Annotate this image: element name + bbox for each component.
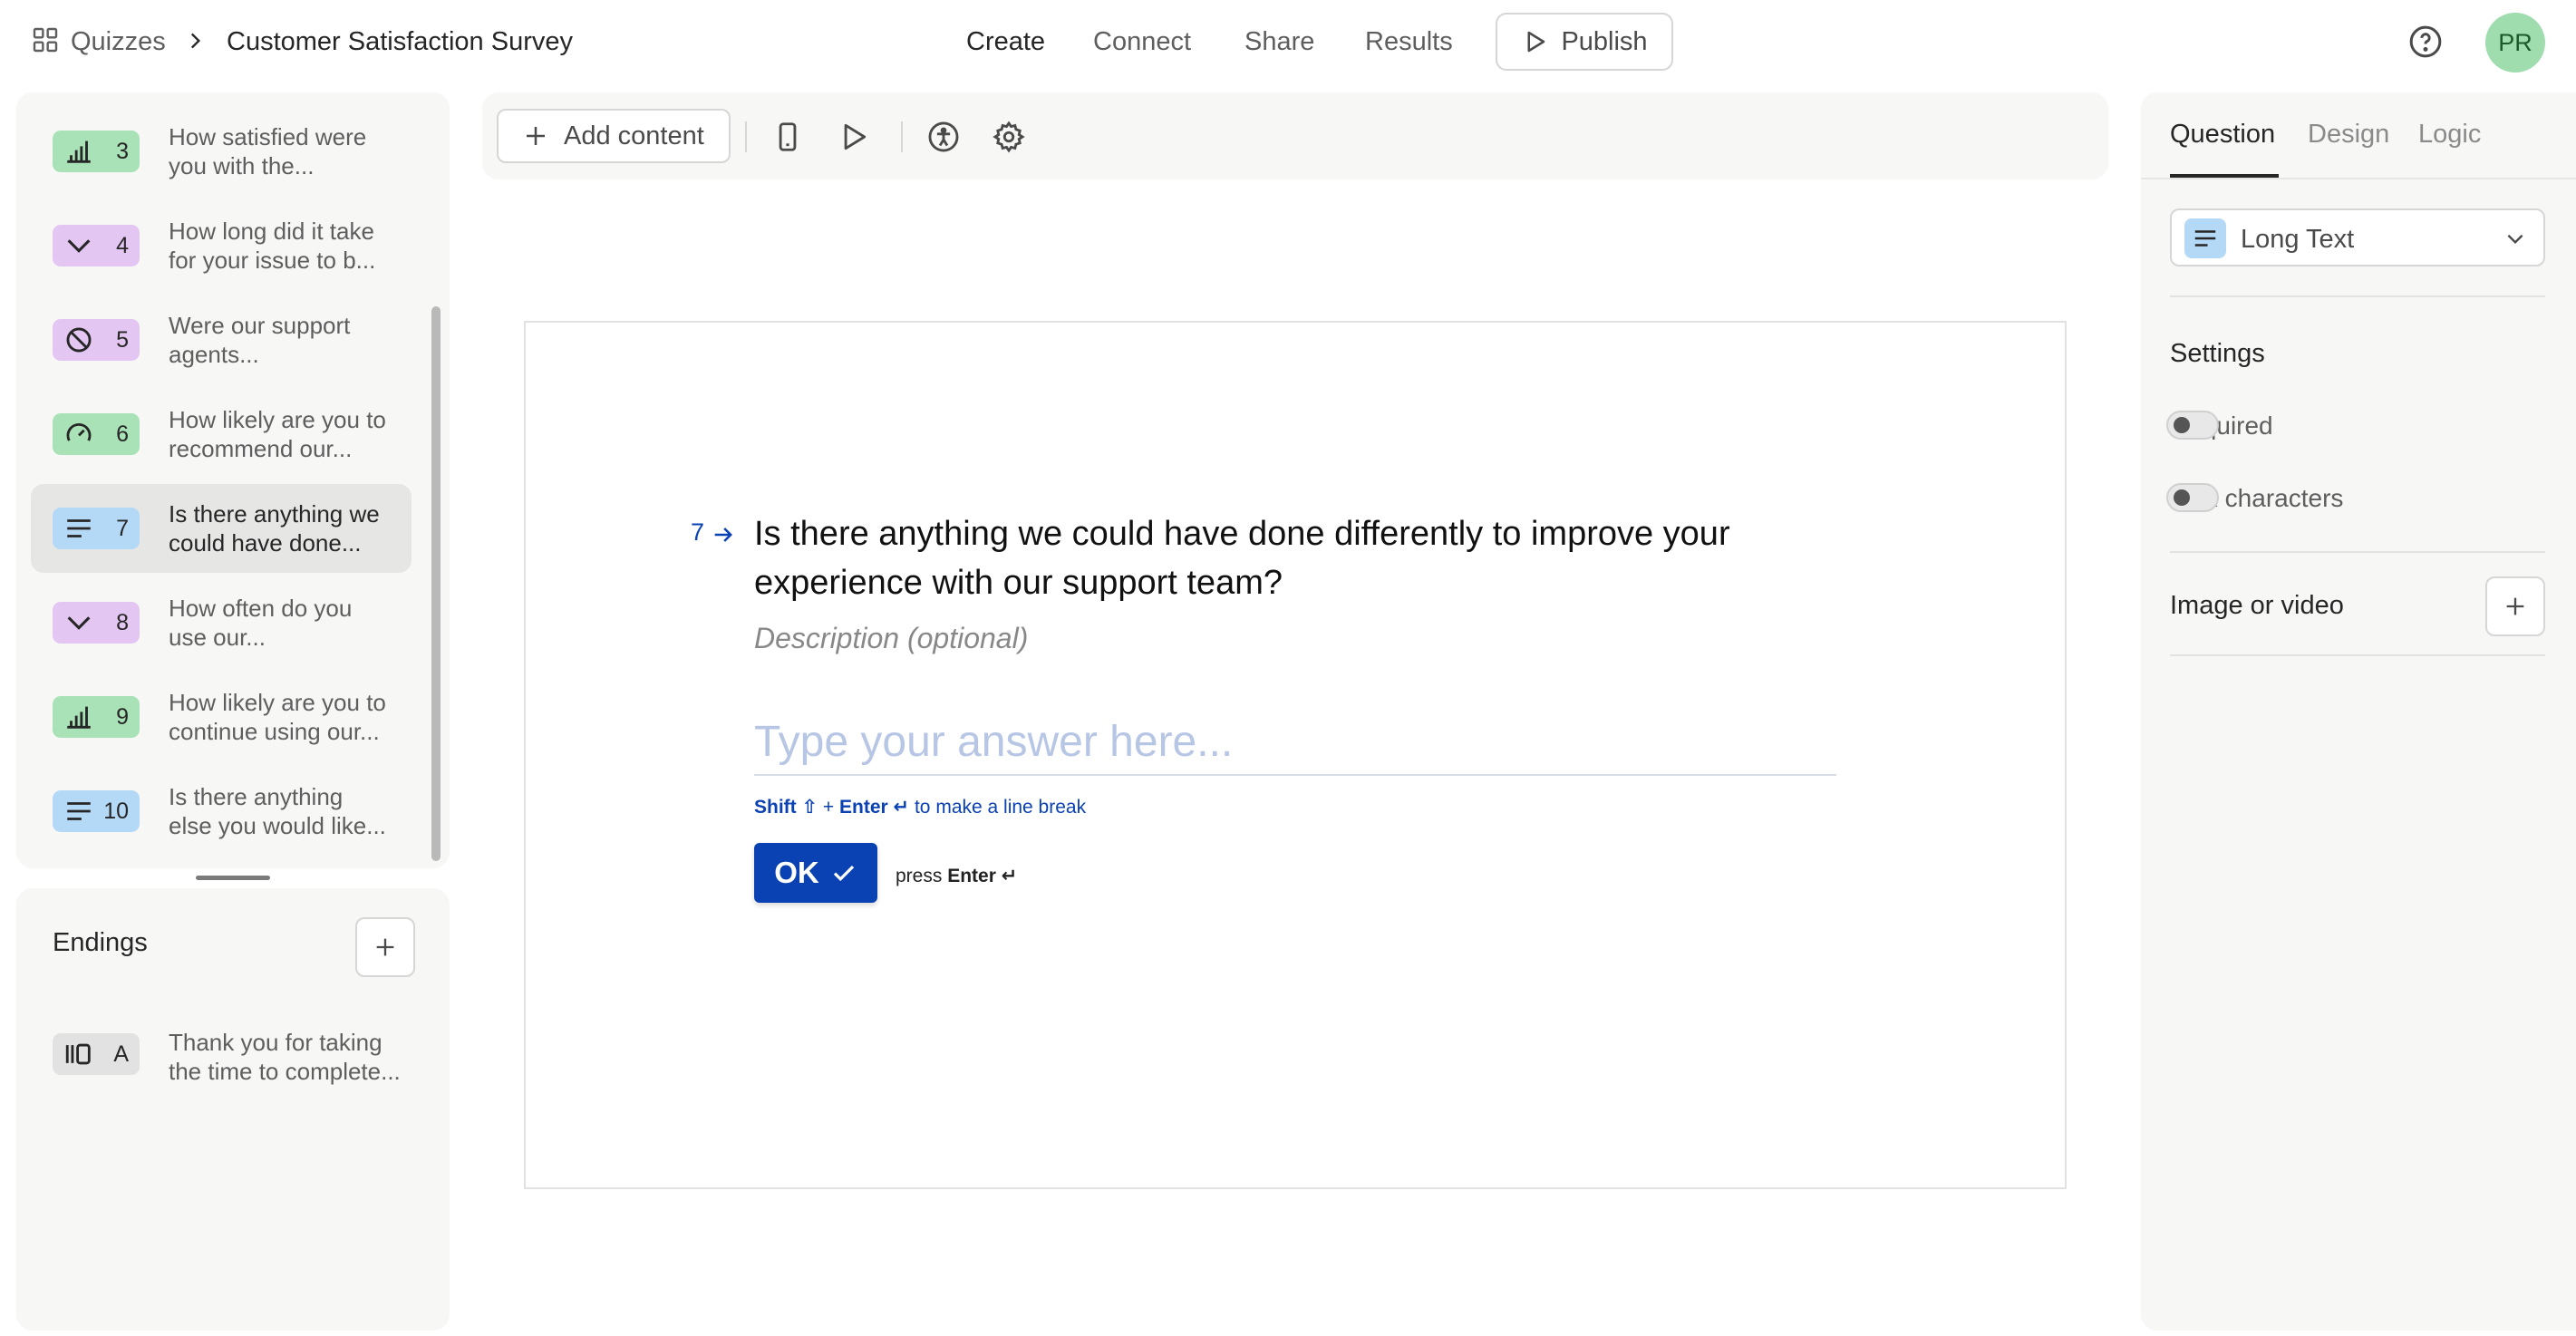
publish-label: Publish [1561,26,1648,56]
tab-logic[interactable]: Logic [2418,120,2481,150]
endings-title: Endings [53,928,148,957]
mobile-preview-icon[interactable] [770,120,805,154]
divider [2170,295,2545,297]
long-text-icon [63,513,94,544]
question-badge: 8 [53,602,140,644]
question-item-text: Were our support agents... [169,312,351,368]
question-item-3[interactable]: 3 How satisfied were you with the... [31,107,412,196]
ok-label: OK [774,856,819,889]
question-item-text: Is there anything we could have done... [169,500,380,557]
tab-connect[interactable]: Connect [1093,24,1191,60]
breadcrumb-form-title[interactable]: Customer Satisfaction Survey [227,24,573,60]
question-badge: 10 [53,790,140,832]
question-type-select[interactable]: Long Text [2170,208,2545,266]
question-list-panel: 3 How satisfied were you with the... 4 Ho… [16,92,450,868]
question-badge: 5 [53,319,140,361]
question-type-label: Long Text [2241,225,2355,254]
arrow-right-icon [711,522,736,547]
add-ending-button[interactable] [355,917,415,977]
ending-icon [63,1039,94,1070]
question-item-4[interactable]: 4 How long did it take for your issue to … [31,201,412,290]
long-text-icon [2184,218,2226,258]
question-list-scrollbar[interactable] [431,306,441,861]
question-number: 7 [691,518,705,546]
chevron-down-icon [63,230,94,261]
ok-button[interactable]: OK [754,843,877,903]
question-item-8[interactable]: 8 How often do you use our... [31,578,412,667]
bar-chart-icon [63,702,94,732]
help-icon[interactable] [2407,24,2444,60]
question-title[interactable]: Is there anything we could have done dif… [754,509,1878,607]
question-item-7[interactable]: 7 Is there anything we could have done... [31,484,412,573]
play-preview-icon[interactable] [836,120,870,154]
plus-icon [2503,594,2528,619]
editor-toolbar: Add content [482,92,2108,179]
chevron-down-icon [63,607,94,638]
question-item-text: How satisfied were you with the... [169,123,367,179]
ending-item-a[interactable]: A Thank you for taking the time to comple… [31,1015,412,1088]
accessibility-icon[interactable] [926,120,961,154]
endings-panel: Endings A Thank you for taking the time t… [16,888,450,1331]
question-item-6[interactable]: 6 How likely are you to recommend our... [31,390,412,479]
question-item-text: How likely are you to recommend our... [169,406,386,462]
question-item-5[interactable]: 5 Were our support agents... [31,295,412,384]
add-content-button[interactable]: Add content [497,109,731,163]
circle-slash-icon [63,324,94,355]
question-badge: 3 [53,131,140,172]
tab-create[interactable]: Create [966,24,1045,60]
active-tab-indicator [2170,174,2279,178]
ending-badge: A [53,1033,140,1075]
divider [2170,551,2545,553]
divider [2170,654,2545,656]
question-item-text: How likely are you to continue using our.… [169,689,386,745]
play-icon [1521,28,1548,55]
question-item-9[interactable]: 9 How likely are you to continue using ou… [31,673,412,761]
long-text-icon [63,796,94,827]
check-icon [830,859,857,886]
question-badge: 7 [53,508,140,549]
gear-icon[interactable] [992,120,1026,154]
chevron-down-icon [2503,227,2527,250]
chevron-right-icon [183,29,207,53]
media-heading: Image or video [2170,591,2344,620]
question-item-text: How often do you use our... [169,595,353,651]
plus-icon [373,934,398,960]
question-item-text: Is there anything else you would like... [169,783,386,839]
question-badge: 9 [53,696,140,738]
plus-icon [522,122,549,150]
tabs-divider [2141,178,2576,179]
toolbar-divider [745,121,747,152]
add-media-button[interactable] [2485,576,2545,636]
settings-heading: Settings [2170,339,2265,368]
top-bar: Quizzes Customer Satisfaction Survey Cre… [0,0,2576,83]
question-badge: 4 [53,225,140,266]
max-characters-toggle[interactable] [2166,483,2219,512]
question-item-10[interactable]: 10 Is there anything else you would like.… [31,767,412,856]
tab-results[interactable]: Results [1365,24,1453,60]
panel-resize-handle[interactable] [196,876,270,880]
bar-chart-icon [63,136,94,167]
question-badge: 6 [53,413,140,455]
line-break-hint: Shift ⇧ + Enter ↵ to make a line break [754,797,1087,818]
add-content-label: Add content [564,121,704,150]
publish-button[interactable]: Publish [1496,13,1673,71]
question-description[interactable]: Description (optional) [754,622,1028,655]
breadcrumb-quizzes[interactable]: Quizzes [71,24,166,60]
settings-panel: Question Design Logic Long Text Settings… [2141,92,2576,1331]
question-item-text: How long did it take for your issue to b.… [169,218,376,274]
tab-share[interactable]: Share [1244,24,1314,60]
required-toggle[interactable] [2166,411,2219,440]
tab-design[interactable]: Design [2308,120,2389,150]
gauge-icon [63,419,94,450]
ending-item-text: Thank you for taking the time to complete… [169,1029,401,1085]
press-enter-hint: press Enter ↵ [896,866,1018,886]
toolbar-divider [901,121,903,152]
tab-question[interactable]: Question [2170,120,2275,150]
avatar[interactable]: PR [2485,13,2545,73]
answer-input[interactable] [754,709,1836,776]
grid-icon[interactable] [31,25,60,54]
